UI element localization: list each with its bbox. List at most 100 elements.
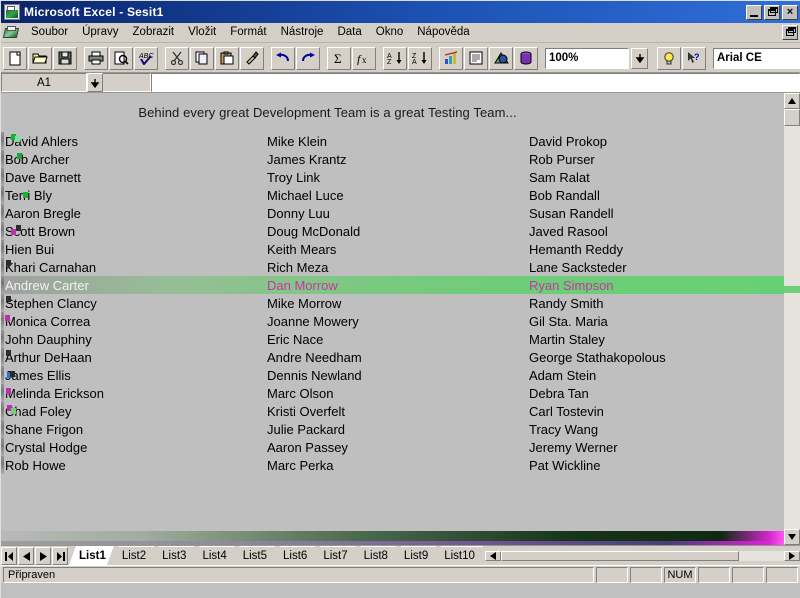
close-button[interactable]: × bbox=[782, 4, 798, 20]
table-row[interactable]: Monica Correa Joanne Mowery Gil Sta. Maria bbox=[1, 312, 784, 330]
cell-column-3[interactable]: Carl Tostevin bbox=[525, 404, 783, 419]
table-row[interactable]: Aaron Bregle Donny Luu Susan Randell bbox=[1, 204, 784, 222]
table-row[interactable]: Scott Brown Doug McDonald Javed Rasool bbox=[1, 222, 784, 240]
cell-column-2[interactable]: Keith Mears bbox=[263, 242, 525, 257]
triangle-up-icon[interactable] bbox=[784, 93, 800, 109]
autosum-sigma-icon[interactable]: Σ bbox=[327, 46, 351, 70]
font-name-value[interactable]: Arial CE bbox=[713, 47, 800, 69]
cell-column-1[interactable]: Chad Foley bbox=[1, 404, 263, 419]
cell-column-3[interactable]: Randy Smith bbox=[525, 296, 783, 311]
cell-column-1[interactable]: Scott Brown bbox=[1, 224, 263, 239]
name-box[interactable]: A1 bbox=[1, 73, 87, 92]
cell-column-2[interactable]: Joanne Mowery bbox=[263, 314, 525, 329]
triangle-left-icon[interactable] bbox=[484, 550, 501, 561]
cell-column-2[interactable]: Eric Nace bbox=[263, 332, 525, 347]
sheet-tab-list6[interactable]: List6 bbox=[273, 546, 315, 564]
table-row[interactable]: Khari Carnahan Rich Meza Lane Sacksteder bbox=[1, 258, 784, 276]
table-row[interactable]: Shane Frigon Julie Packard Tracy Wang bbox=[1, 420, 784, 438]
cell-column-2[interactable]: Mike Klein bbox=[263, 134, 525, 149]
vertical-scroll-thumb[interactable] bbox=[784, 109, 800, 126]
text-box-icon[interactable] bbox=[464, 46, 488, 70]
chart-wizard-icon[interactable] bbox=[439, 46, 463, 70]
horizontal-scroll-thumb[interactable] bbox=[500, 550, 739, 561]
sheet-tab-list8[interactable]: List8 bbox=[354, 546, 396, 564]
minimize-button[interactable] bbox=[746, 4, 762, 20]
triangle-right-icon[interactable] bbox=[784, 550, 800, 561]
cell-column-2[interactable]: Mike Morrow bbox=[263, 296, 525, 311]
cell-column-3[interactable]: Jeremy Werner bbox=[525, 440, 783, 455]
menu-vlozit[interactable]: Vložit bbox=[181, 24, 223, 41]
formula-input[interactable] bbox=[151, 73, 800, 92]
function-fx-icon[interactable]: fx bbox=[352, 46, 376, 70]
cell-column-3[interactable]: George Stathakopolous bbox=[525, 350, 783, 365]
cell-column-3[interactable]: Bob Randall bbox=[525, 188, 783, 203]
drawing-icon[interactable] bbox=[489, 46, 513, 70]
new-icon[interactable] bbox=[3, 46, 27, 70]
sheet-tab-list1[interactable]: List1 bbox=[69, 546, 114, 565]
chevron-down-icon[interactable] bbox=[631, 47, 648, 69]
document-restore-button[interactable] bbox=[782, 25, 798, 40]
cell-column-1[interactable]: Andrew Carter bbox=[1, 278, 263, 293]
map-icon[interactable] bbox=[514, 46, 538, 70]
cut-scissors-icon[interactable] bbox=[165, 46, 189, 70]
table-row[interactable]: Rob Howe Marc Perka Pat Wickline bbox=[1, 456, 784, 474]
cell-column-3[interactable]: Lane Sacksteder bbox=[525, 260, 783, 275]
cell-column-3[interactable]: Javed Rasool bbox=[525, 224, 783, 239]
redo-arrow-icon[interactable] bbox=[296, 46, 320, 70]
zoom-value[interactable]: 100% bbox=[545, 47, 629, 69]
cell-column-1[interactable]: James Ellis bbox=[1, 368, 263, 383]
cell-column-3[interactable]: Adam Stein bbox=[525, 368, 783, 383]
table-row[interactable]: Dave Barnett Troy Link Sam Ralat bbox=[1, 168, 784, 186]
cell-column-1[interactable]: Khari Carnahan bbox=[1, 260, 263, 275]
cell-column-3[interactable]: Hemanth Reddy bbox=[525, 242, 783, 257]
table-row[interactable]: David Ahlers Mike Klein David Prokop bbox=[1, 132, 784, 150]
table-row[interactable]: Chad Foley Kristi Overfelt Carl Tostevin bbox=[1, 402, 784, 420]
spellcheck-abc-icon[interactable]: ABC bbox=[134, 46, 158, 70]
sheet-tab-list9[interactable]: List9 bbox=[394, 546, 436, 564]
cell-column-1[interactable]: Aaron Bregle bbox=[1, 206, 263, 221]
cell-column-2[interactable]: Michael Luce bbox=[263, 188, 525, 203]
cell-column-1[interactable]: Melinda Erickson bbox=[1, 386, 263, 401]
cell-column-3[interactable]: Susan Randell bbox=[525, 206, 783, 221]
cell-column-3[interactable]: Sam Ralat bbox=[525, 170, 783, 185]
cell-column-2[interactable]: Aaron Passey bbox=[263, 440, 525, 455]
cell-column-2[interactable]: Doug McDonald bbox=[263, 224, 525, 239]
vertical-scrollbar[interactable] bbox=[784, 93, 800, 545]
cell-column-2[interactable]: Marc Perka bbox=[263, 458, 525, 473]
cell-column-1[interactable]: Monica Correa bbox=[1, 314, 263, 329]
table-row[interactable]: John Dauphiny Eric Nace Martin Staley bbox=[1, 330, 784, 348]
cell-column-2[interactable]: Dennis Newland bbox=[263, 368, 525, 383]
cell-column-1[interactable]: Bob Archer bbox=[1, 152, 263, 167]
menu-nastroje[interactable]: Nástroje bbox=[274, 24, 331, 41]
table-row[interactable]: Terri Bly Michael Luce Bob Randall bbox=[1, 186, 784, 204]
cell-column-3[interactable]: Ryan Simpson bbox=[525, 278, 783, 293]
table-row[interactable]: Arthur DeHaan Andre Needham George Stathak… bbox=[1, 348, 784, 366]
cell-column-2[interactable]: Marc Olson bbox=[263, 386, 525, 401]
horizontal-scrollbar[interactable] bbox=[484, 550, 800, 561]
copy-icon[interactable] bbox=[190, 46, 214, 70]
sort-ascending-icon[interactable]: AZ bbox=[383, 46, 407, 70]
cell-column-1[interactable]: Shane Frigon bbox=[1, 422, 263, 437]
cell-column-2[interactable]: James Krantz bbox=[263, 152, 525, 167]
undo-arrow-icon[interactable] bbox=[271, 46, 295, 70]
cell-column-2[interactable]: Dan Morrow bbox=[263, 278, 525, 293]
menu-upravy[interactable]: Úpravy bbox=[75, 24, 125, 41]
sheet-tab-list3[interactable]: List3 bbox=[152, 546, 194, 564]
horizontal-scroll-track[interactable] bbox=[738, 550, 784, 561]
cell-column-1[interactable]: Dave Barnett bbox=[1, 170, 263, 185]
cell-column-1[interactable]: Terri Bly bbox=[1, 188, 263, 203]
nav-prev-icon[interactable] bbox=[18, 547, 34, 565]
nav-next-icon[interactable] bbox=[35, 547, 51, 565]
nav-last-icon[interactable] bbox=[52, 547, 68, 565]
cell-column-2[interactable]: Kristi Overfelt bbox=[263, 404, 525, 419]
cell-column-1[interactable]: David Ahlers bbox=[1, 134, 263, 149]
lightbulb-icon[interactable] bbox=[657, 46, 681, 70]
menu-napoveda[interactable]: Nápověda bbox=[410, 24, 476, 41]
sheet-tab-list10[interactable]: List10 bbox=[434, 546, 483, 564]
table-row[interactable]: Crystal Hodge Aaron Passey Jeremy Werner bbox=[1, 438, 784, 456]
cell-column-3[interactable]: David Prokop bbox=[525, 134, 783, 149]
cell-column-3[interactable]: Pat Wickline bbox=[525, 458, 783, 473]
table-row[interactable]: Bob Archer James Krantz Rob Purser bbox=[1, 150, 784, 168]
cell-column-2[interactable]: Troy Link bbox=[263, 170, 525, 185]
help-arrow-icon[interactable]: ? bbox=[682, 46, 706, 70]
